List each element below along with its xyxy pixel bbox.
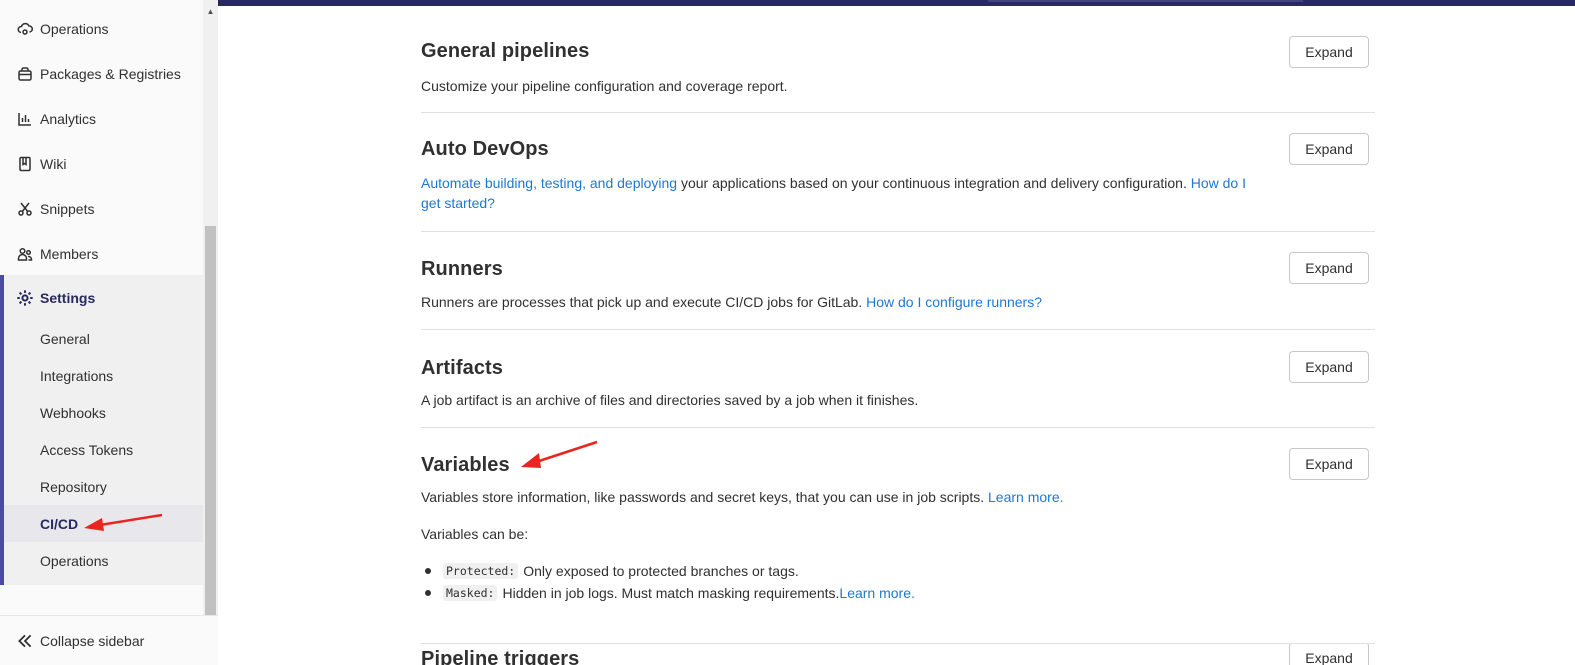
expand-auto-devops-button[interactable]: Expand [1289,133,1369,165]
variables-can-be-text: Variables can be: [421,526,529,542]
sidebar-item-snippets[interactable]: Snippets [0,186,203,231]
bullet-text: Hidden in job logs. Must match masking r… [502,585,840,601]
section-description: Customize your pipeline configuration an… [421,78,788,94]
sidebar-item-packages[interactable]: Packages & Registries [0,51,203,96]
sidebar-subitem-operations[interactable]: Operations [4,542,203,579]
sidebar-scrollbar-thumb[interactable] [205,226,216,615]
scissors-icon [16,200,34,218]
section-description: Runners are processes that pick up and e… [421,292,1261,312]
sidebar-subitem-repository[interactable]: Repository [4,468,203,505]
expand-pipeline-triggers-button[interactable]: Expand [1289,644,1369,665]
section-title: Artifacts [421,357,504,379]
sidebar-item-label: Members [40,245,99,262]
sidebar-item-label: Operations [40,20,109,37]
cloud-gear-icon [16,20,34,38]
double-chevron-left-icon [16,632,34,650]
section-pipeline-triggers: Pipeline triggers Expand [421,643,1375,665]
sidebar-item-label: Packages & Registries [40,65,181,82]
protected-code: Protected: [443,563,519,579]
section-description: Variables store information, like passwo… [421,487,1261,507]
subitem-label: Access Tokens [40,441,134,458]
section-title: Runners [421,258,503,280]
variables-bullet-list: Protected: Only exposed to protected bra… [425,560,915,604]
gear-icon [16,289,34,307]
sidebar: Operations Packages & Registries Analyti… [0,0,218,665]
section-general-pipelines: General pipelines Customize your pipelin… [421,20,1375,113]
section-runners: Runners Runners are processes that pick … [421,232,1375,330]
description-text: your applications based on your continuo… [677,175,1191,191]
list-item: Protected: Only exposed to protected bra… [425,560,915,582]
bullet-text: Only exposed to protected branches or ta… [523,563,799,579]
section-artifacts: Artifacts A job artifact is an archive o… [421,330,1375,428]
sidebar-subitem-integrations[interactable]: Integrations [4,357,203,394]
sidebar-item-wiki[interactable]: Wiki [0,141,203,186]
subitem-label: Webhooks [40,404,106,421]
subitem-label: CI/CD [40,515,79,532]
expand-general-pipelines-button[interactable]: Expand [1289,36,1369,68]
sidebar-subitem-general[interactable]: General [4,320,203,357]
collapse-label: Collapse sidebar [40,632,145,649]
section-title: Pipeline triggers [421,648,580,665]
auto-devops-link[interactable]: Automate building, testing, and deployin… [421,175,677,191]
description-text: Runners are processes that pick up and e… [421,294,867,310]
section-variables: Variables Variables store information, l… [421,428,1375,643]
collapse-sidebar-button[interactable]: Collapse sidebar [0,615,218,665]
users-icon [16,245,34,263]
subitem-label: Operations [40,552,109,569]
sidebar-item-settings[interactable]: Settings [4,275,203,320]
sidebar-item-analytics[interactable]: Analytics [0,96,203,141]
sidebar-subitem-cicd[interactable]: CI/CD [4,505,203,542]
section-description: A job artifact is an archive of files an… [421,392,919,408]
sidebar-item-members[interactable]: Members [0,231,203,276]
sidebar-scroll-area: Operations Packages & Registries Analyti… [0,0,203,615]
expand-variables-button[interactable]: Expand [1289,448,1369,480]
subitem-label: Repository [40,478,107,495]
subitem-label: General [40,330,90,347]
sidebar-item-operations[interactable]: Operations [0,6,203,51]
scroll-up-arrow-icon[interactable]: ▲ [205,6,216,16]
subitem-label: Integrations [40,367,114,384]
sidebar-item-label: Wiki [40,155,67,172]
chart-icon [16,110,34,128]
search-bar-hint [988,0,1303,2]
sidebar-item-label: Analytics [40,110,97,127]
description-text: Variables store information, like passwo… [421,489,989,505]
expand-artifacts-button[interactable]: Expand [1289,351,1369,383]
section-title: Auto DevOps [421,138,549,160]
configure-runners-link[interactable]: How do I configure runners? [866,294,1042,310]
section-auto-devops: Auto DevOps Automate building, testing, … [421,113,1375,232]
list-item: Masked: Hidden in job logs. Must match m… [425,582,915,604]
masked-code: Masked: [443,585,498,601]
sidebar-item-label: Snippets [40,200,95,217]
section-title: General pipelines [421,40,590,62]
section-description: Automate building, testing, and deployin… [421,173,1261,213]
sidebar-subitem-access-tokens[interactable]: Access Tokens [4,431,203,468]
top-navbar [218,0,1575,6]
settings-group: Settings General Integrations Webhooks A… [0,275,203,585]
book-icon [16,155,34,173]
learn-more-link[interactable]: Learn more. [988,489,1063,505]
masked-learn-more-link[interactable]: Learn more. [839,585,914,601]
expand-runners-button[interactable]: Expand [1289,252,1369,284]
settings-label: Settings [40,289,96,306]
package-icon [16,65,34,83]
section-title: Variables [421,454,510,476]
sidebar-subitem-webhooks[interactable]: Webhooks [4,394,203,431]
